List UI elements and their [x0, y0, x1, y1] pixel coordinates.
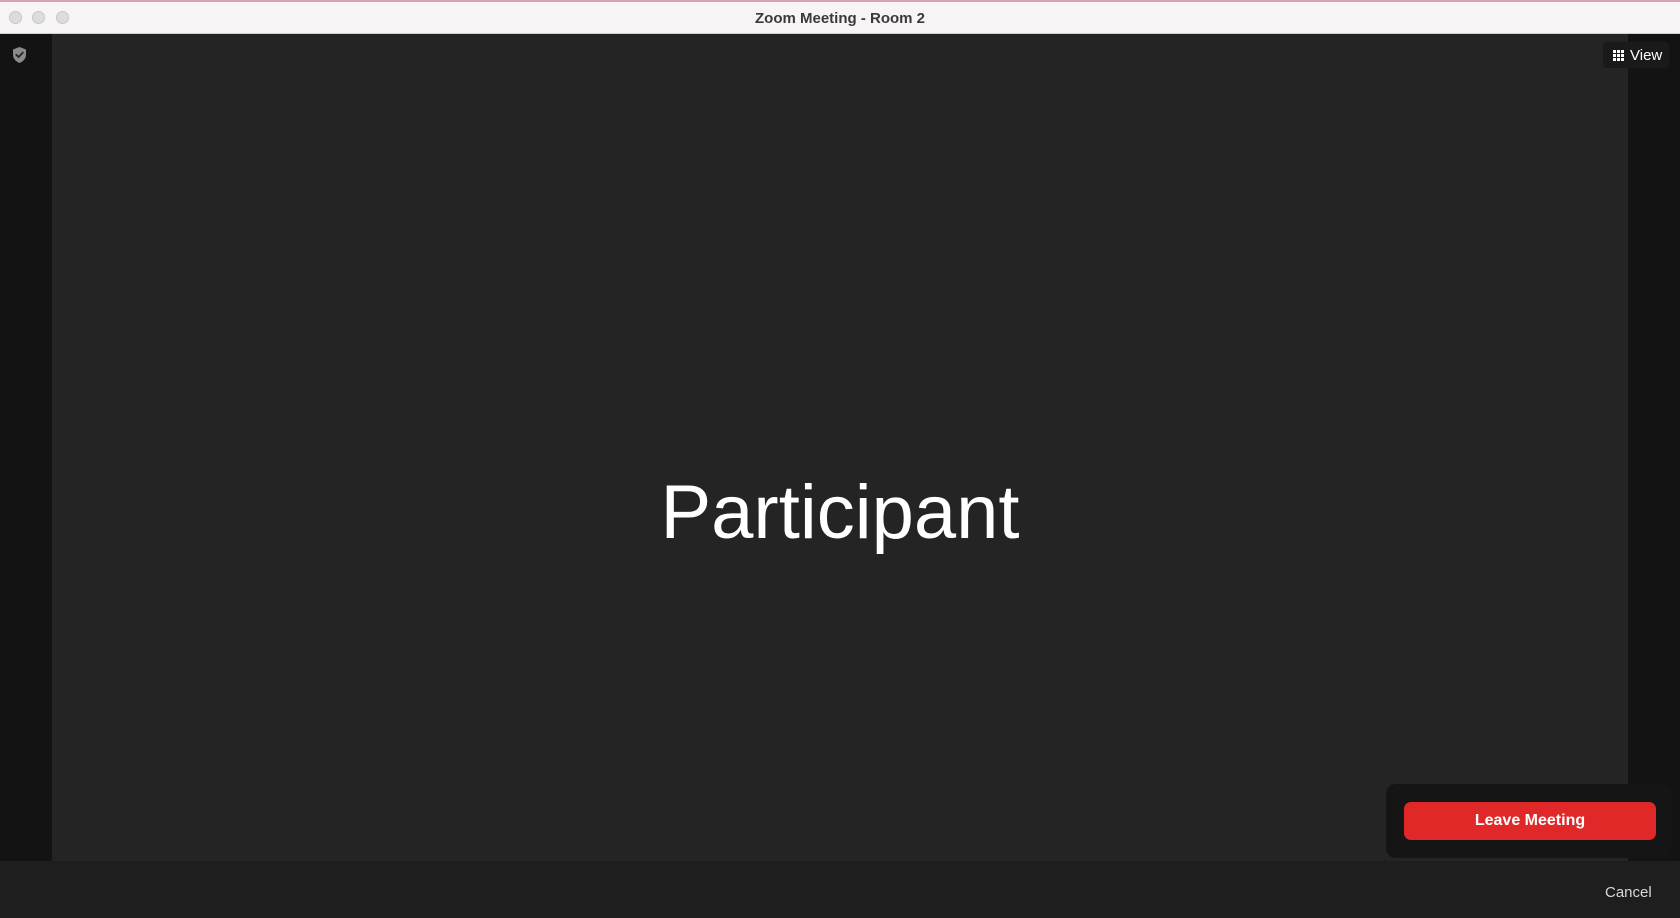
window-title: Zoom Meeting - Room 2 [755, 10, 925, 27]
left-gutter [0, 34, 52, 861]
view-button[interactable]: View [1603, 42, 1669, 68]
bottom-toolbar [0, 861, 1680, 918]
view-button-label: View [1630, 46, 1663, 64]
grid-icon [1613, 49, 1624, 61]
shield-check-icon[interactable] [11, 46, 28, 64]
video-area: Participant [52, 34, 1628, 861]
title-bar: Zoom Meeting - Room 2 [0, 0, 1680, 34]
leave-meeting-button[interactable]: Leave Meeting [1404, 802, 1656, 840]
right-gutter [1628, 34, 1680, 861]
cancel-button[interactable]: Cancel [1605, 884, 1652, 901]
zoom-meeting-window: Zoom Meeting - Room 2 Participant View C… [0, 0, 1680, 918]
participant-name: Participant [660, 470, 1020, 555]
leave-meeting-popup: Leave Meeting [1386, 784, 1672, 858]
